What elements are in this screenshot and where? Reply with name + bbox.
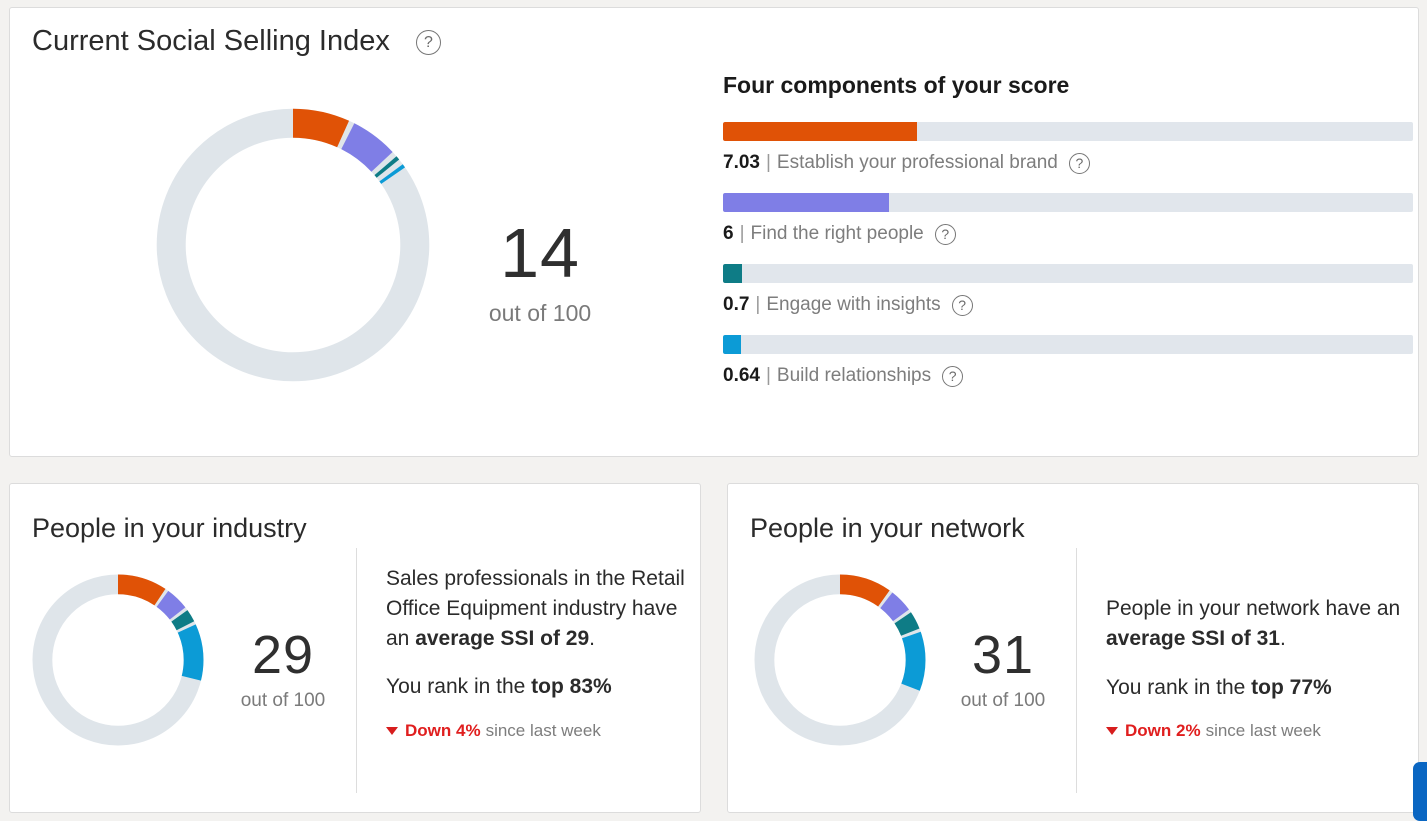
industry-rank-paragraph: You rank in the top 83% bbox=[386, 672, 686, 702]
component-label-people: 6 | Find the right people bbox=[723, 223, 1413, 245]
network-score-value: 31 bbox=[971, 625, 1035, 685]
question-circle-icon[interactable] bbox=[416, 30, 441, 55]
industry-rank-bold: top 83% bbox=[531, 675, 612, 699]
component-name-relationships: Build relationships bbox=[776, 365, 932, 386]
network-card-divider bbox=[1076, 548, 1077, 793]
component-separator: | bbox=[765, 365, 771, 386]
network-body-bold-1: average SSI of 31 bbox=[1106, 626, 1280, 650]
industry-rank-plain: You rank in the bbox=[386, 675, 532, 699]
ssi-score-outof: out of 100 bbox=[488, 300, 592, 326]
network-rank-paragraph: You rank in the top 77% bbox=[1106, 673, 1406, 703]
network-summary-text: People in your network have an average S… bbox=[1106, 594, 1406, 741]
component-name-people: Find the right people bbox=[750, 223, 924, 244]
ssi-score-value: 14 bbox=[500, 214, 580, 292]
industry-trend-period: since last week bbox=[485, 721, 601, 741]
industry-summary-text: Sales professionals in the Retail Office… bbox=[386, 564, 686, 741]
question-circle-icon[interactable] bbox=[934, 223, 956, 245]
question-circle-icon[interactable] bbox=[951, 294, 973, 316]
component-separator: | bbox=[755, 294, 761, 315]
caret-down-icon bbox=[1106, 727, 1118, 736]
component-bar-fill-insights bbox=[723, 264, 743, 283]
component-bar-fill-brand bbox=[723, 122, 918, 141]
component-label-brand: 7.03 | Establish your professional brand bbox=[723, 152, 1413, 174]
component-row-brand: 7.03 | Establish your professional brand bbox=[723, 122, 1413, 174]
network-score-readout: 31 out of 100 bbox=[928, 628, 1078, 712]
ssi-score-readout: 14 out of 100 bbox=[450, 218, 630, 327]
network-body-plain-2: . bbox=[1279, 626, 1286, 650]
component-score-relationships: 0.64 bbox=[723, 365, 760, 386]
industry-body-plain-2: . bbox=[589, 626, 595, 650]
component-name-brand: Establish your professional brand bbox=[776, 152, 1058, 173]
industry-score-outof: out of 100 bbox=[240, 690, 326, 711]
component-score-people: 6 bbox=[723, 223, 734, 244]
page-title: Current Social Selling Index bbox=[32, 25, 390, 57]
industry-body-paragraph: Sales professionals in the Retail Office… bbox=[386, 564, 686, 653]
industry-card-divider bbox=[356, 548, 357, 793]
component-name-insights: Engage with insights bbox=[766, 294, 941, 315]
question-circle-icon[interactable] bbox=[1068, 152, 1090, 174]
network-donut-chart bbox=[740, 570, 940, 750]
current-ssi-card: Current Social Selling Index 14 out of 1… bbox=[9, 7, 1419, 457]
component-bar-track-insights bbox=[723, 264, 1413, 283]
network-score-outof: out of 100 bbox=[960, 690, 1046, 711]
network-body-paragraph: People in your network have an average S… bbox=[1106, 594, 1406, 654]
network-trend-value: Down 2% bbox=[1125, 721, 1201, 741]
component-bar-fill-people bbox=[723, 193, 889, 212]
industry-trend: Down 4% since last week bbox=[386, 721, 686, 741]
components-heading: Four components of your score bbox=[723, 72, 1070, 98]
four-components-panel: Four components of your score 7.03 | Est… bbox=[723, 72, 1413, 406]
component-row-relationships: 0.64 | Build relationships bbox=[723, 335, 1413, 387]
component-bar-track-brand bbox=[723, 122, 1413, 141]
component-separator: | bbox=[765, 152, 771, 173]
network-body-plain-1: People in your network have an bbox=[1106, 597, 1401, 620]
component-row-insights: 0.7 | Engage with insights bbox=[723, 264, 1413, 316]
ssi-donut-chart bbox=[148, 100, 438, 390]
component-score-brand: 7.03 bbox=[723, 152, 760, 173]
industry-card-title: People in your industry bbox=[32, 513, 307, 543]
network-rank-plain: You rank in the bbox=[1106, 675, 1252, 699]
industry-trend-value: Down 4% bbox=[405, 721, 481, 741]
component-label-relationships: 0.64 | Build relationships bbox=[723, 365, 1413, 387]
industry-donut-chart bbox=[18, 570, 218, 750]
network-card-title: People in your network bbox=[750, 513, 1025, 543]
component-bar-fill-relationships bbox=[723, 335, 741, 354]
network-trend-period: since last week bbox=[1205, 721, 1321, 741]
ssi-dashboard: Current Social Selling Index 14 out of 1… bbox=[0, 0, 1427, 821]
component-row-people: 6 | Find the right people bbox=[723, 193, 1413, 245]
component-label-insights: 0.7 | Engage with insights bbox=[723, 294, 1413, 316]
question-circle-icon[interactable] bbox=[942, 365, 964, 387]
component-bar-track-people bbox=[723, 193, 1413, 212]
industry-score-value: 29 bbox=[251, 625, 315, 685]
component-bar-track-relationships bbox=[723, 335, 1413, 354]
help-chat-pill[interactable] bbox=[1413, 762, 1427, 821]
industry-score-readout: 29 out of 100 bbox=[208, 628, 358, 712]
component-separator: | bbox=[739, 223, 745, 244]
industry-body-bold-1: average SSI of 29 bbox=[415, 626, 590, 650]
network-trend: Down 2% since last week bbox=[1106, 721, 1406, 741]
network-rank-bold: top 77% bbox=[1251, 675, 1332, 699]
component-score-insights: 0.7 bbox=[723, 294, 750, 315]
caret-down-icon bbox=[386, 727, 398, 736]
